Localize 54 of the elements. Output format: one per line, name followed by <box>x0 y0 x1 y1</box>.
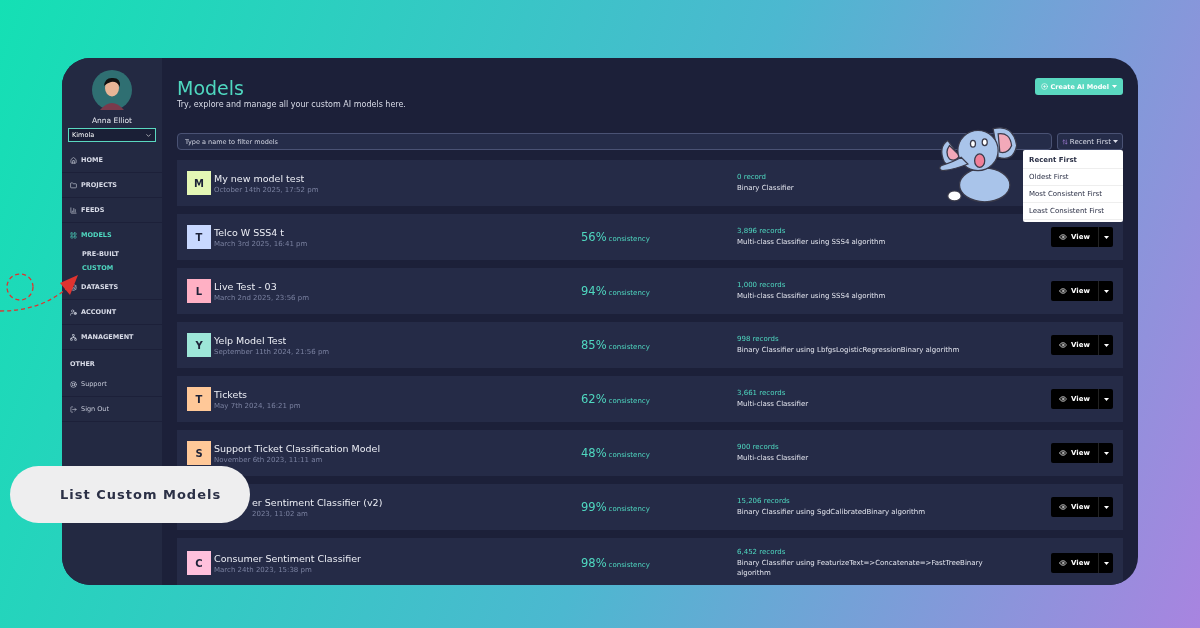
sort-icon <box>1061 138 1068 145</box>
model-name: Tickets <box>214 388 249 400</box>
eye-icon <box>1059 395 1067 403</box>
caret-icon <box>1103 451 1109 455</box>
caret-icon <box>1103 561 1109 565</box>
letter-avatar: T <box>187 387 211 411</box>
lifebuoy-icon <box>70 380 77 388</box>
bar-chart-icon <box>70 206 77 214</box>
eye-icon <box>1059 503 1067 511</box>
home-icon <box>70 156 77 164</box>
letter-avatar: T <box>187 225 211 249</box>
consistency-value: 85% <box>581 338 607 352</box>
consistency-value: 98% <box>581 556 607 570</box>
consistency-value: 56% <box>581 230 607 244</box>
eye-icon <box>1059 233 1067 241</box>
caret-icon <box>1113 140 1118 143</box>
callout-label: List Custom Models <box>10 466 250 523</box>
layers-icon <box>70 283 77 291</box>
letter-avatar: Y <box>187 333 211 357</box>
page-subtitle: Try, explore and manage all your custom AI models here. <box>177 100 406 109</box>
caret-icon <box>1103 235 1109 239</box>
network-icon <box>70 333 77 341</box>
folder-icon <box>70 181 77 189</box>
letter-avatar: L <box>187 279 211 303</box>
caret-icon <box>1103 289 1109 293</box>
letter-avatar: C <box>187 551 211 575</box>
consistency-value: 94% <box>581 284 607 298</box>
eye-icon <box>1059 341 1067 349</box>
consistency-value: 48% <box>581 446 607 460</box>
letter-avatar: M <box>187 171 211 195</box>
model-name: Yelp Model Test <box>214 334 288 346</box>
grid-icon <box>70 231 77 239</box>
model-name: Consumer Sentiment Classifier <box>214 552 362 564</box>
logout-icon <box>70 405 77 413</box>
page-title: Models <box>177 78 245 98</box>
user-icon <box>70 308 77 316</box>
letter-avatar: S <box>187 441 211 465</box>
eye-icon <box>1059 559 1067 567</box>
model-name: My new model test <box>214 172 306 184</box>
consistency-value: 99% <box>581 500 607 514</box>
eye-icon <box>1059 287 1067 295</box>
caret-icon <box>1112 85 1117 88</box>
model-name: Live Test - 03 <box>214 280 278 292</box>
consistency-value: 62% <box>581 392 607 406</box>
caret-icon <box>1103 397 1109 401</box>
avatar <box>92 70 132 110</box>
caret-icon <box>1103 343 1109 347</box>
model-name: Support Ticket Classification Model <box>214 442 382 454</box>
caret-icon <box>1103 505 1109 509</box>
plus-icon <box>1040 83 1048 90</box>
model-name: er Sentiment Classifier (v2) <box>252 496 384 508</box>
eye-icon <box>1059 449 1067 457</box>
model-name: Telco W SSS4 t <box>214 226 286 238</box>
chevron-down-icon <box>145 131 152 139</box>
